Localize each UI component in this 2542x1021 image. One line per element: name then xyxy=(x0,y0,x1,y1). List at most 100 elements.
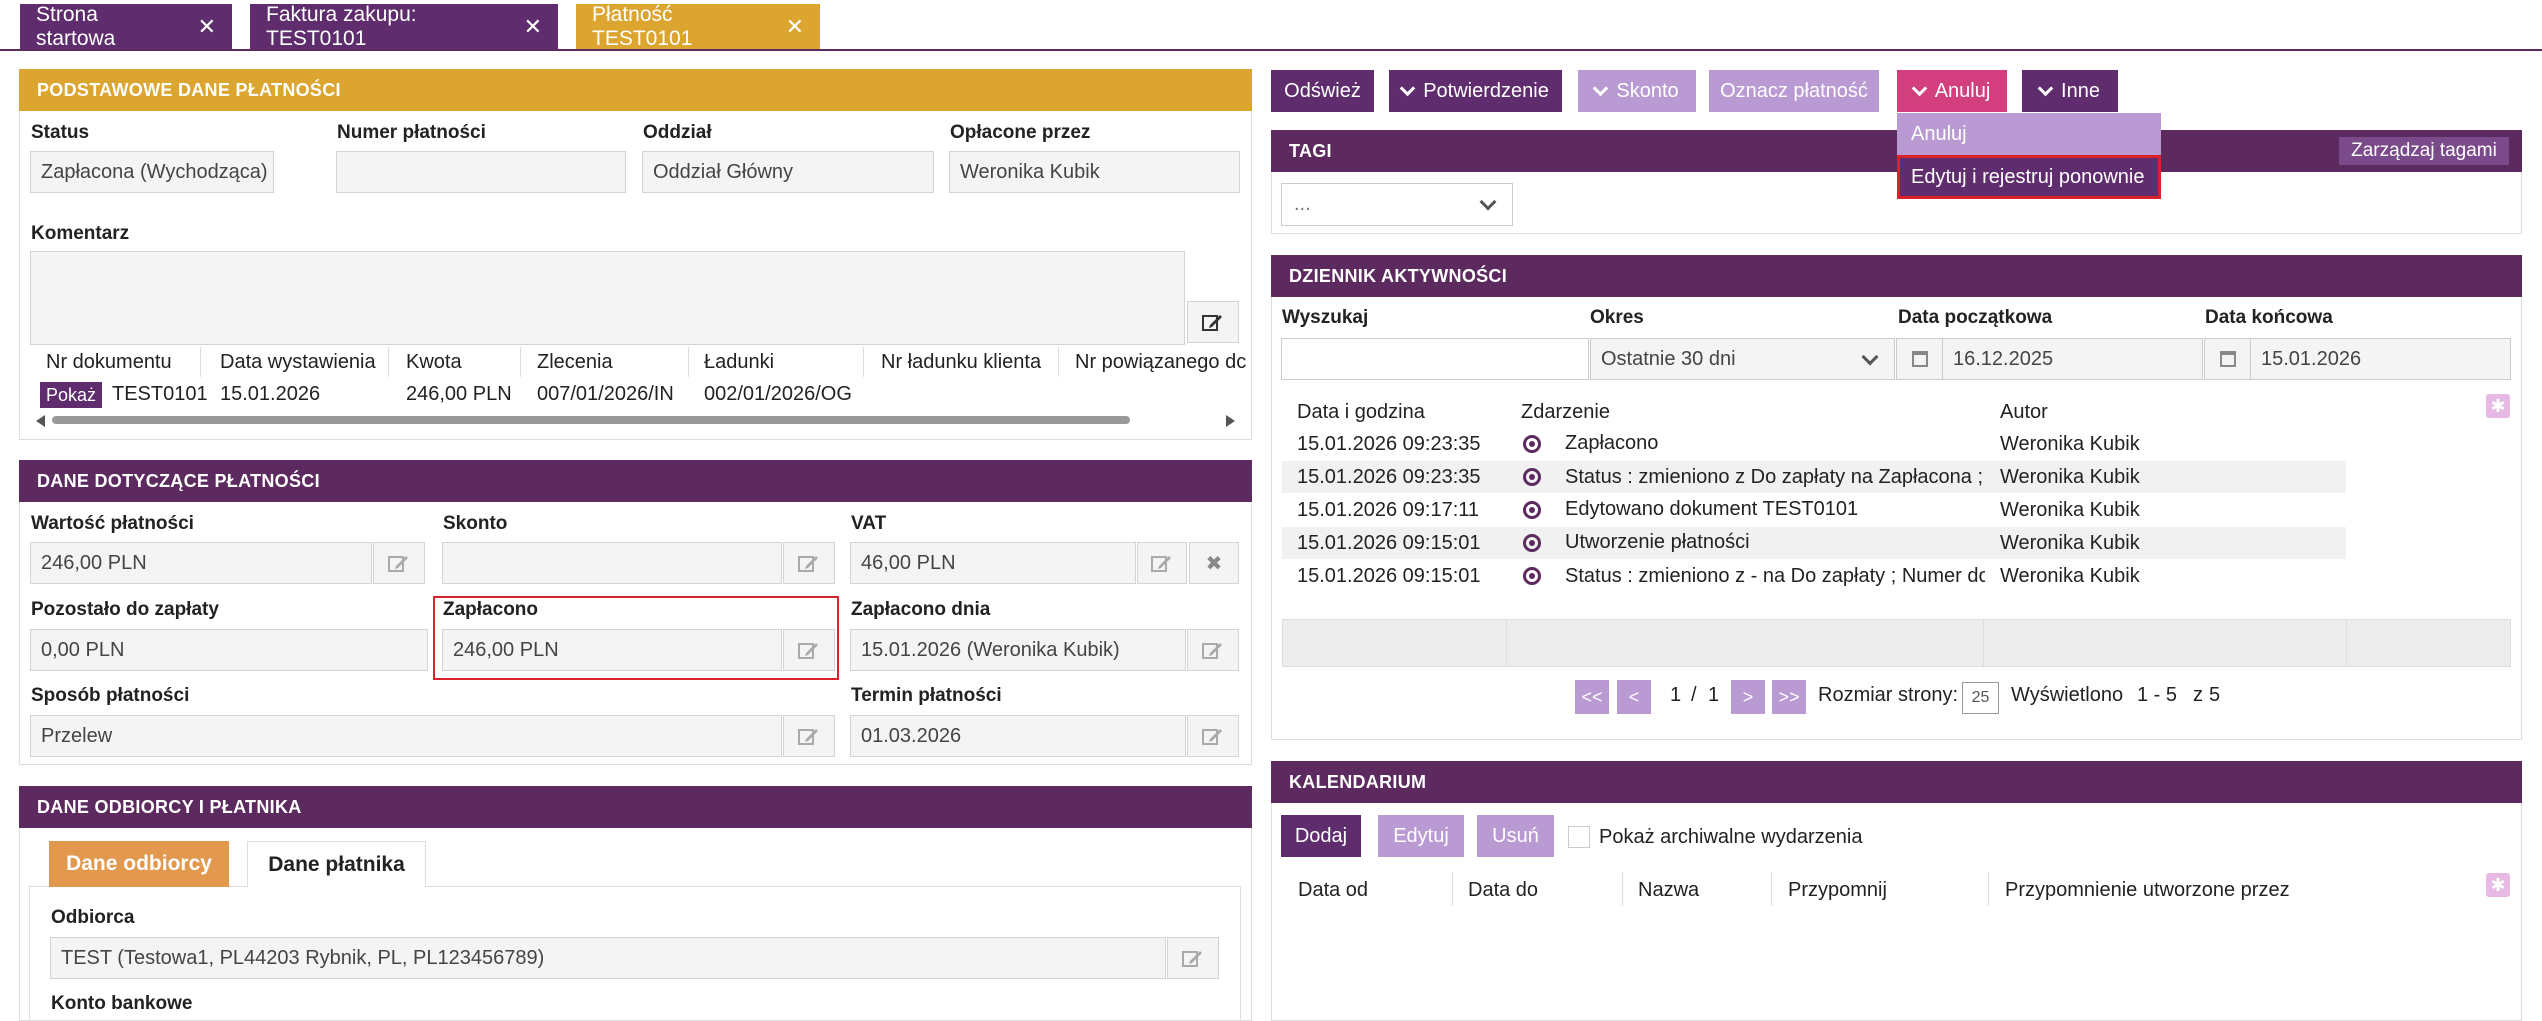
chevron-down-icon xyxy=(1399,80,1416,96)
close-icon[interactable]: ✕ xyxy=(198,14,216,40)
page-size-input[interactable]: 25 xyxy=(1962,682,1999,714)
edit-due-date-button[interactable] xyxy=(1187,715,1239,757)
edit-method-button[interactable] xyxy=(783,715,835,757)
event-icon xyxy=(1523,435,1541,453)
start-date-value: 16.12.2025 xyxy=(1953,347,2054,370)
menu-item-edit-reregister[interactable]: Edytuj i rejestruj ponownie xyxy=(1897,155,2161,199)
confirm-button[interactable]: Potwierdzenie xyxy=(1389,70,1562,112)
col-divider xyxy=(1988,872,1989,906)
manage-tags-button[interactable]: Zarządzaj tagami xyxy=(2339,137,2509,165)
delete-event-button[interactable]: Usuń xyxy=(1477,815,1554,857)
basic-panel-header: PODSTAWOWE DANE PŁATNOŚCI xyxy=(19,69,1252,111)
edit-paid-button[interactable] xyxy=(783,629,835,671)
scroll-right-icon[interactable] xyxy=(1226,415,1235,427)
footer-divider xyxy=(2346,620,2347,666)
paid-date-label: Zapłacono dnia xyxy=(851,599,991,620)
vat-field[interactable]: 46,00 PLN xyxy=(850,542,1136,584)
search-input[interactable] xyxy=(1281,338,1589,380)
menu-item-cancel[interactable]: Anuluj xyxy=(1897,113,2161,155)
prev-page-button[interactable]: < xyxy=(1617,680,1651,714)
tab-label: Płatność TEST0101 xyxy=(592,2,693,50)
first-page-button[interactable]: << xyxy=(1575,680,1609,714)
edit-event-button[interactable]: Edytuj xyxy=(1378,815,1464,857)
scrollbar-thumb[interactable] xyxy=(52,416,1130,424)
calendar-icon[interactable] xyxy=(2205,339,2251,379)
edit-icon xyxy=(798,556,818,572)
edit-icon xyxy=(1151,556,1171,572)
payment-number-field[interactable] xyxy=(336,151,626,193)
add-event-button[interactable]: Dodaj xyxy=(1281,815,1361,857)
tab-recipient[interactable]: Dane odbiorcy xyxy=(49,841,229,887)
row-event: Status : zmieniono z Do zapłaty na Zapła… xyxy=(1565,466,1985,488)
mark-payment-label: Oznacz płatność xyxy=(1720,79,1868,102)
archive-checkbox[interactable] xyxy=(1568,826,1590,848)
start-date-input[interactable]: 16.12.2025 xyxy=(1896,338,2203,380)
calendar-icon[interactable] xyxy=(1897,339,1943,379)
tab-payment[interactable]: Płatność TEST0101 ✕ xyxy=(576,2,820,50)
edit-recipient-button[interactable] xyxy=(1167,937,1219,979)
gear-icon[interactable]: ✱ xyxy=(2486,394,2510,418)
skonto-field[interactable] xyxy=(442,542,782,584)
tab-label: Strona startowa xyxy=(36,2,116,50)
refresh-button[interactable]: Odśwież xyxy=(1271,70,1374,112)
mark-payment-button[interactable]: Oznacz płatność xyxy=(1709,70,1879,112)
edit-vat-button[interactable] xyxy=(1137,542,1187,584)
scrollbar-track[interactable] xyxy=(30,414,1242,427)
tab-payer[interactable]: Dane płatnika xyxy=(247,841,426,887)
recipient-field[interactable]: TEST (Testowa1, PL44203 Rybnik, PL, PL12… xyxy=(50,937,1166,979)
col-divider xyxy=(388,347,389,377)
chevron-down-icon xyxy=(1479,193,1497,211)
calendar-panel-header: KALENDARIUM xyxy=(1271,761,2522,803)
paid-field[interactable]: 246,00 PLN xyxy=(442,629,782,671)
comment-textarea[interactable] xyxy=(30,251,1185,345)
edit-payment-value-button[interactable] xyxy=(373,542,425,584)
skonto-button[interactable]: Skonto xyxy=(1578,70,1696,112)
last-page-button[interactable]: >> xyxy=(1772,680,1806,714)
paid-date-field[interactable]: 15.01.2026 (Weronika Kubik) xyxy=(850,629,1186,671)
comment-label: Komentarz xyxy=(31,223,130,244)
show-button[interactable]: Pokaż xyxy=(40,382,103,408)
other-button[interactable]: Inne xyxy=(2022,70,2118,112)
edit-comment-button[interactable] xyxy=(1187,301,1239,343)
bank-account-label: Konto bankowe xyxy=(51,993,193,1014)
col-divider xyxy=(1771,872,1772,906)
doc-date: 15.01.2026 xyxy=(220,383,321,405)
row-author: Weronika Kubik xyxy=(2000,499,2140,521)
period-label: Okres xyxy=(1590,307,1644,328)
footer-divider xyxy=(1983,620,1984,666)
next-page-button[interactable]: > xyxy=(1731,680,1765,714)
edit-icon xyxy=(798,729,818,745)
row-date: 15.01.2026 09:17:11 xyxy=(1297,499,1480,521)
edit-icon xyxy=(1202,643,1222,659)
end-date-input[interactable]: 15.01.2026 xyxy=(2204,338,2511,380)
close-icon: ✖ xyxy=(1205,552,1223,575)
edit-paid-date-button[interactable] xyxy=(1187,629,1239,671)
payment-number-label: Numer płatności xyxy=(337,122,486,143)
paid-by-field[interactable]: Weronika Kubik xyxy=(949,151,1240,193)
skonto-label: Skonto xyxy=(443,513,508,534)
archive-label: Pokaż archiwalne wydarzenia xyxy=(1599,826,1863,848)
branch-field[interactable]: Oddział Główny xyxy=(642,151,934,193)
total-pages: 1 xyxy=(1708,684,1720,706)
col-header-name: Nazwa xyxy=(1638,879,1700,901)
col-header: Zlecenia xyxy=(537,351,613,373)
shown-range: 1 - 5 xyxy=(2137,684,2178,706)
tab-invoice[interactable]: Faktura zakupu: TEST0101 ✕ xyxy=(250,3,558,50)
edit-skonto-button[interactable] xyxy=(783,542,835,584)
due-date-field[interactable]: 01.03.2026 xyxy=(850,715,1186,757)
gear-icon[interactable]: ✱ xyxy=(2486,873,2510,897)
close-icon[interactable]: ✕ xyxy=(524,14,542,40)
row-author: Weronika Kubik xyxy=(2000,466,2140,488)
clear-vat-button[interactable]: ✖ xyxy=(1189,542,1239,584)
close-icon[interactable]: ✕ xyxy=(786,14,804,40)
status-field[interactable]: Zapłacona (Wychodząca) xyxy=(30,151,274,193)
payment-value-field[interactable]: 246,00 PLN xyxy=(30,542,372,584)
row-event: Utworzenie płatności xyxy=(1565,531,1750,553)
scroll-left-icon[interactable] xyxy=(36,415,45,427)
period-select[interactable]: Ostatnie 30 dni xyxy=(1590,338,1895,380)
tags-select[interactable]: ... xyxy=(1281,183,1513,226)
method-field[interactable]: Przelew xyxy=(30,715,782,757)
cancel-dropdown-button[interactable]: Anuluj xyxy=(1897,70,2007,112)
remaining-field[interactable]: 0,00 PLN xyxy=(30,629,428,671)
tab-home[interactable]: Strona startowa ✕ xyxy=(20,2,232,50)
